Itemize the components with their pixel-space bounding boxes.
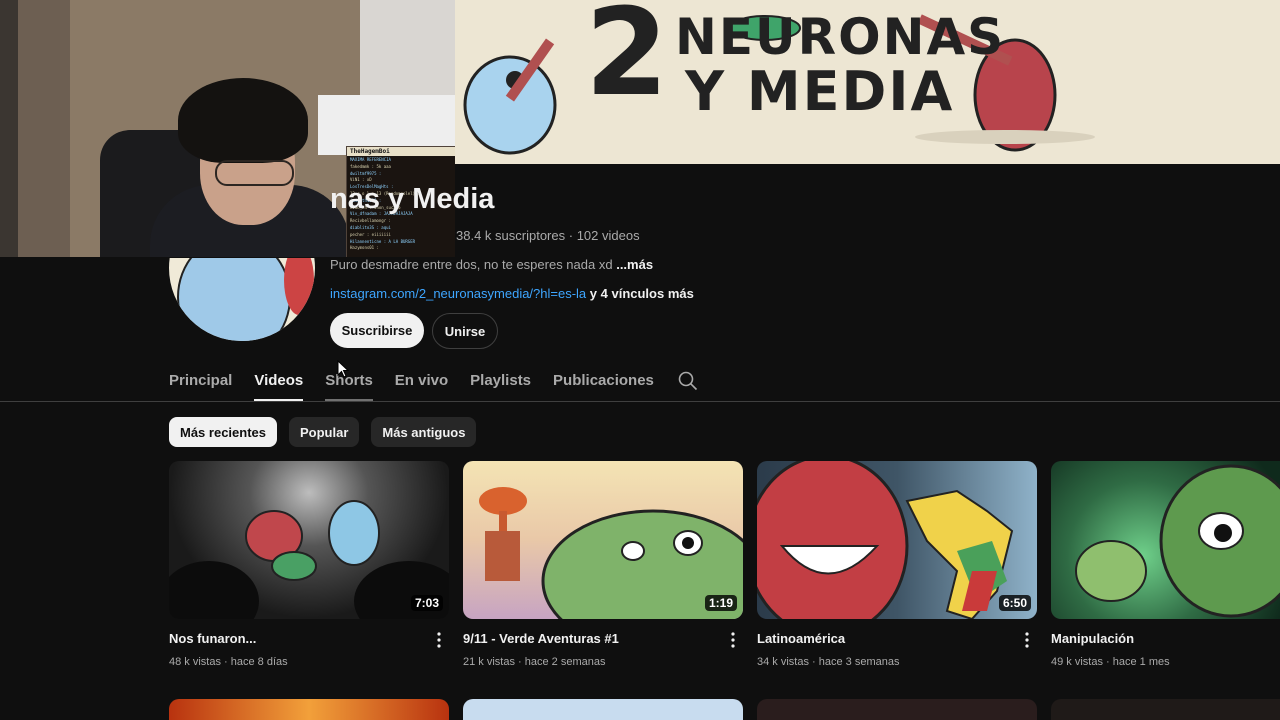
video-age: hace 1 mes [1112, 656, 1170, 668]
chat-message: dwiltmf9975 : [350, 170, 382, 176]
description-text: Puro desmadre entre dos, no te esperes n… [330, 257, 613, 272]
banner-shadow [915, 130, 1095, 144]
thumbnail-art [169, 500, 449, 619]
video-card[interactable]: 6:50 Latinoamérica 34 k vistas · hace 3 … [757, 461, 1037, 668]
channel-links: instagram.com/2_neuronasymedia/?hl=es-la… [330, 286, 694, 301]
video-age: hace 3 semanas [818, 656, 900, 668]
video-thumbnail[interactable] [1051, 461, 1280, 619]
channel-description[interactable]: Puro desmadre entre dos, no te esperes n… [330, 257, 653, 272]
video-thumbnail-row2[interactable] [169, 699, 449, 720]
video-card[interactable]: Manipulación 49 k vistas · hace 1 mes [1051, 461, 1280, 668]
video-card[interactable]: 1:19 9/11 - Verde Aventuras #1 21 k vist… [463, 461, 743, 668]
video-duration: 6:50 [998, 595, 1031, 611]
avatar-character [177, 258, 291, 341]
thumbnail-art [757, 461, 1014, 619]
video-thumbnail-row2[interactable] [463, 699, 743, 720]
video-card[interactable]: 7:03 Nos funaron... 48 k vistas · hace 8… [169, 461, 449, 668]
video-title[interactable]: 9/11 - Verde Aventuras #1 [463, 631, 619, 646]
video-count: 102 videos [576, 228, 640, 243]
chat-message: Hazymons01 : [350, 245, 379, 251]
video-thumbnail[interactable]: 6:50 [757, 461, 1037, 619]
more-links-button[interactable]: y 4 vínculos más [590, 286, 694, 301]
video-meta: 48 k vistas · hace 8 días [169, 656, 288, 668]
mouse-cursor-icon [337, 360, 349, 378]
video-age: hace 2 semanas [524, 656, 606, 668]
banner-title-number: 2 [585, 0, 669, 123]
streamer-glasses [215, 160, 294, 186]
video-duration: 7:03 [410, 595, 443, 611]
chat-message: pecher : eiiiiiii [350, 231, 391, 237]
video-duration: 1:19 [704, 595, 737, 611]
chat-header: TheHagemBoi [347, 147, 455, 156]
video-title[interactable]: Manipulación [1051, 631, 1134, 646]
more-vert-icon[interactable] [431, 631, 447, 649]
more-vert-icon[interactable] [1019, 631, 1035, 649]
search-icon[interactable] [678, 360, 698, 401]
instagram-link[interactable]: instagram.com/2_neuronasymedia/?hl=es-la [330, 286, 586, 301]
channel-meta: 38.4 k suscriptores · 102 videos [456, 228, 640, 243]
tab-videos[interactable]: Videos [254, 360, 303, 401]
chip-mas-antiguos[interactable]: Más antiguos [371, 417, 477, 447]
more-vert-icon[interactable] [725, 631, 741, 649]
video-views: 21 k vistas [463, 656, 515, 668]
sort-chips: Más recientes Popular Más antiguos [169, 417, 477, 447]
chat-message: Recivbellamongr : [350, 218, 391, 224]
video-views: 48 k vistas [169, 656, 221, 668]
channel-tabs: Principal Videos Shorts En vivo Playlist… [169, 360, 698, 402]
channel-name: nas y Media [330, 183, 495, 215]
subscribe-button[interactable]: Suscribirse [330, 313, 424, 348]
webcam-overlay: TheHagemBoi MAXIMA REFERENCIA fakedmmk : … [0, 0, 455, 257]
chat-message: fakedmmk : 5k aaa [350, 163, 391, 169]
streamer-hair [178, 78, 308, 163]
description-more-link[interactable]: ...más [616, 257, 653, 272]
thumbnail-art [479, 487, 743, 619]
video-title[interactable]: Latinoamérica [757, 631, 845, 646]
tab-principal[interactable]: Principal [169, 360, 232, 401]
avatar-circle [169, 258, 315, 341]
channel-avatar[interactable] [169, 258, 315, 341]
meta-separator: · [568, 228, 574, 243]
video-title[interactable]: Nos funaron... [169, 631, 256, 646]
video-age: hace 8 días [230, 656, 288, 668]
join-button[interactable]: Unirse [432, 313, 498, 349]
video-views: 49 k vistas [1051, 656, 1103, 668]
video-thumbnail-row2[interactable] [1051, 699, 1280, 720]
chat-message: MAXIMA REFERENCIA [350, 157, 391, 162]
tab-shorts[interactable]: Shorts [325, 360, 373, 401]
channel-banner: 2 NEURONAS Y MEDIA [455, 0, 1280, 164]
subscriber-count: 38.4 k suscriptores [456, 228, 566, 243]
chip-popular[interactable]: Popular [289, 417, 360, 447]
avatar-accent [284, 258, 314, 315]
thumbnail-art [1075, 464, 1280, 618]
banner-title-line2: Y MEDIA [685, 60, 955, 123]
chat-message: Hilannenticne : A LA BURGER [350, 238, 416, 244]
tab-publicaciones[interactable]: Publicaciones [553, 360, 654, 401]
video-views: 34 k vistas [757, 656, 809, 668]
video-meta: 21 k vistas · hace 2 semanas [463, 656, 606, 668]
tabs-divider [0, 401, 1280, 402]
video-meta: 49 k vistas · hace 1 mes [1051, 656, 1170, 668]
chip-mas-recientes[interactable]: Más recientes [169, 417, 277, 447]
tab-en-vivo[interactable]: En vivo [395, 360, 448, 401]
video-thumbnail[interactable]: 1:19 [463, 461, 743, 619]
banner-title-line1: NEURONAS [675, 8, 1006, 66]
video-thumbnail-row2[interactable] [757, 699, 1037, 720]
video-thumbnail[interactable]: 7:03 [169, 461, 449, 619]
tab-playlists[interactable]: Playlists [470, 360, 531, 401]
video-meta: 34 k vistas · hace 3 semanas [757, 656, 900, 668]
chat-message: diablito3S : aqui [350, 224, 391, 230]
